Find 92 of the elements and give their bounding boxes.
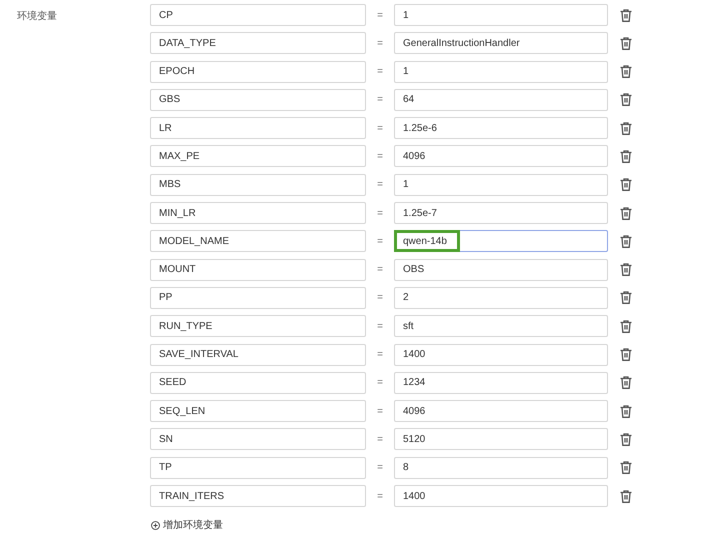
value-field[interactable]: 1400: [394, 344, 608, 366]
equals-sign: =: [376, 320, 384, 332]
key-field[interactable]: RUN_TYPE: [150, 315, 366, 338]
key-field[interactable]: SAVE_INTERVAL: [150, 344, 366, 366]
key-field[interactable]: TRAIN_ITERS: [150, 485, 366, 508]
key-field[interactable]: SN: [150, 428, 366, 450]
value-field[interactable]: 1.25e-7: [394, 202, 608, 224]
value-field[interactable]: 1: [394, 174, 608, 196]
trash-icon: [620, 234, 632, 248]
delete-button[interactable]: [620, 490, 632, 503]
delete-button[interactable]: [620, 8, 632, 22]
key-field[interactable]: MBS: [150, 174, 366, 196]
delete-button[interactable]: [620, 263, 632, 276]
equals-sign: =: [376, 292, 384, 304]
delete-button[interactable]: [620, 206, 632, 220]
key-field[interactable]: SEED: [150, 372, 366, 394]
trash-icon: [620, 122, 632, 135]
trash-icon: [620, 93, 632, 106]
trash-icon: [620, 8, 632, 22]
value-field[interactable]: 4096: [394, 400, 608, 422]
trash-icon: [620, 348, 632, 362]
value-field[interactable]: 64: [394, 88, 608, 111]
delete-button[interactable]: [620, 376, 632, 390]
equals-sign: =: [376, 406, 384, 417]
delete-button[interactable]: [620, 291, 632, 304]
value-field[interactable]: 2: [394, 286, 608, 309]
trash-icon: [620, 490, 632, 503]
key-field[interactable]: MOUNT: [150, 258, 366, 281]
value-field[interactable]: 1400: [394, 485, 608, 508]
equals-sign: =: [376, 150, 384, 162]
value-field[interactable]: 1: [394, 4, 608, 26]
trash-icon: [620, 376, 632, 390]
add-variable-button[interactable]: 增加环境变量: [150, 518, 223, 532]
trash-icon: [620, 291, 632, 304]
key-field[interactable]: DATA_TYPE: [150, 32, 366, 54]
trash-icon: [620, 461, 632, 474]
value-field[interactable]: 1.25e-6: [394, 117, 608, 140]
key-field[interactable]: PP: [150, 286, 366, 309]
equals-sign: =: [376, 434, 384, 445]
equals-sign: =: [376, 179, 384, 190]
equals-sign: =: [376, 377, 384, 388]
trash-icon: [620, 65, 632, 78]
delete-button[interactable]: [620, 461, 632, 474]
value-field[interactable]: 4096: [394, 145, 608, 168]
equals-sign: =: [376, 208, 384, 219]
delete-button[interactable]: [620, 150, 632, 163]
delete-button[interactable]: [620, 404, 632, 418]
delete-button[interactable]: [620, 178, 632, 192]
equals-sign: =: [376, 462, 384, 474]
key-field[interactable]: MAX_PE: [150, 145, 366, 168]
key-field[interactable]: SEQ_LEN: [150, 400, 366, 422]
value-field[interactable]: 8: [394, 456, 608, 479]
key-field[interactable]: LR: [150, 117, 366, 140]
trash-icon: [620, 432, 632, 446]
equals-sign: =: [376, 349, 384, 360]
delete-button[interactable]: [620, 122, 632, 135]
value-field[interactable]: OBS: [394, 258, 608, 281]
equals-sign: =: [376, 94, 384, 106]
key-field[interactable]: TP: [150, 456, 366, 479]
trash-icon: [620, 206, 632, 220]
value-field[interactable]: 1: [394, 60, 608, 83]
value-field[interactable]: GeneralInstructionHandler: [394, 32, 608, 54]
plus-circle-icon: [151, 520, 160, 530]
value-field[interactable]: 5120: [394, 428, 608, 450]
trash-icon: [620, 178, 632, 192]
key-field[interactable]: MIN_LR: [150, 202, 366, 224]
equals-sign: =: [376, 122, 384, 134]
delete-button[interactable]: [620, 320, 632, 333]
key-field[interactable]: CP: [150, 4, 366, 26]
delete-button[interactable]: [620, 234, 632, 248]
delete-button[interactable]: [620, 36, 632, 50]
trash-icon: [620, 320, 632, 333]
delete-button[interactable]: [620, 432, 632, 446]
trash-icon: [620, 404, 632, 418]
section-label: 环境变量: [17, 11, 57, 22]
equals-sign: =: [376, 10, 384, 20]
trash-icon: [620, 150, 632, 163]
delete-button[interactable]: [620, 65, 632, 78]
delete-button[interactable]: [620, 93, 632, 106]
key-field[interactable]: GBS: [150, 88, 366, 111]
value-field[interactable]: 1234: [394, 372, 608, 394]
delete-button[interactable]: [620, 348, 632, 362]
key-field[interactable]: MODEL_NAME: [150, 230, 366, 252]
equals-sign: =: [376, 38, 384, 49]
trash-icon: [620, 36, 632, 50]
value-field[interactable]: sft: [394, 315, 608, 338]
equals-sign: =: [376, 264, 384, 276]
key-field[interactable]: EPOCH: [150, 60, 366, 83]
equals-sign: =: [376, 236, 384, 247]
equals-sign: =: [376, 66, 384, 78]
trash-icon: [620, 263, 632, 276]
equals-sign: =: [376, 490, 384, 502]
